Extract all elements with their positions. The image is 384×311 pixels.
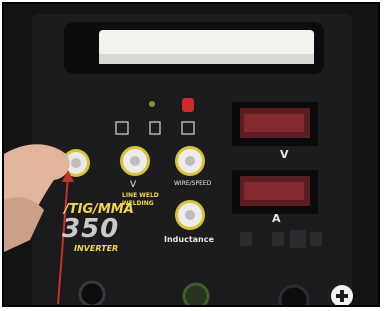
current-label: A bbox=[272, 212, 281, 225]
photo-frame: V A V WIRE/SPEED LINE WELD WELDING /TIG/… bbox=[2, 2, 380, 307]
switch-2 bbox=[272, 232, 284, 246]
connector-center bbox=[182, 282, 210, 305]
knob-voltage bbox=[120, 146, 150, 176]
power-led bbox=[149, 101, 155, 107]
model-number: 350 bbox=[62, 214, 120, 244]
switch-1 bbox=[240, 232, 252, 246]
connector-right bbox=[278, 284, 310, 305]
welder-panel-photo bbox=[4, 4, 378, 305]
voltage-label: V bbox=[280, 148, 289, 161]
wire-speed-label: WIRE/SPEED bbox=[174, 180, 212, 187]
switch-4 bbox=[310, 232, 322, 246]
knob-inductance bbox=[175, 200, 205, 230]
inverter-text: INVERTER bbox=[74, 244, 119, 253]
inductance-label: Inductance bbox=[164, 235, 214, 244]
knob-wire-speed bbox=[175, 146, 205, 176]
connector-left bbox=[78, 280, 106, 305]
v-knob-label: V bbox=[130, 180, 137, 190]
switch-3 bbox=[290, 230, 306, 248]
led-indicator bbox=[182, 98, 194, 112]
brand-line-1: LINE WELD bbox=[122, 192, 159, 199]
